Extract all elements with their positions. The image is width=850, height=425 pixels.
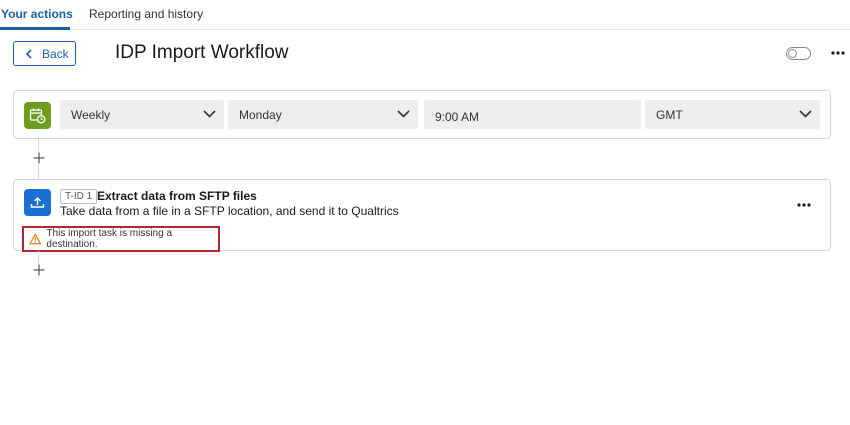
frequency-select[interactable]: Weekly: [60, 100, 224, 129]
tab-reporting-and-history[interactable]: Reporting and history: [89, 7, 203, 21]
warning-icon: [29, 233, 42, 245]
connector-line: [38, 139, 39, 151]
time-input[interactable]: 9:00 AM: [424, 100, 641, 129]
chevron-down-icon: [203, 110, 216, 118]
time-value: 9:00 AM: [435, 109, 480, 124]
add-step-icon[interactable]: [33, 264, 45, 276]
timezone-select[interactable]: GMT: [645, 100, 820, 129]
active-tab-indicator: [0, 27, 70, 30]
add-step-icon[interactable]: [33, 152, 45, 164]
tab-your-actions[interactable]: Your actions: [1, 7, 73, 21]
task-title: Extract data from SFTP files: [97, 189, 257, 203]
tab-bar: Your actions Reporting and history: [0, 0, 850, 30]
back-button-label: Back: [42, 46, 69, 61]
task-more-options-icon[interactable]: [796, 198, 812, 212]
back-button[interactable]: Back: [13, 41, 76, 66]
chevron-down-icon: [799, 110, 812, 118]
connector-line: [38, 165, 39, 179]
task-card[interactable]: T-ID 1 Extract data from SFTP files Take…: [13, 179, 831, 252]
workflow-enabled-toggle[interactable]: [786, 47, 811, 60]
schedule-card: Weekly Monday 9:00 AM GMT: [13, 90, 831, 139]
task-description: Take data from a file in a SFTP location…: [60, 204, 399, 218]
task-warning: This import task is missing a destinatio…: [22, 226, 220, 252]
frequency-value: Weekly: [71, 107, 111, 122]
page-title: IDP Import Workflow: [115, 42, 289, 63]
connector-line: [38, 251, 39, 264]
more-options-icon[interactable]: [830, 46, 846, 60]
upload-icon: [24, 189, 51, 216]
task-id-badge: T-ID 1: [60, 189, 98, 204]
toggle-knob: [788, 49, 797, 58]
day-select[interactable]: Monday: [228, 100, 418, 129]
timezone-value: GMT: [656, 107, 683, 122]
chevron-left-icon: [25, 48, 32, 59]
day-value: Monday: [239, 107, 282, 122]
calendar-clock-icon: [24, 102, 51, 129]
warning-message: This import task is missing a destinatio…: [46, 228, 173, 250]
chevron-down-icon: [397, 110, 410, 118]
